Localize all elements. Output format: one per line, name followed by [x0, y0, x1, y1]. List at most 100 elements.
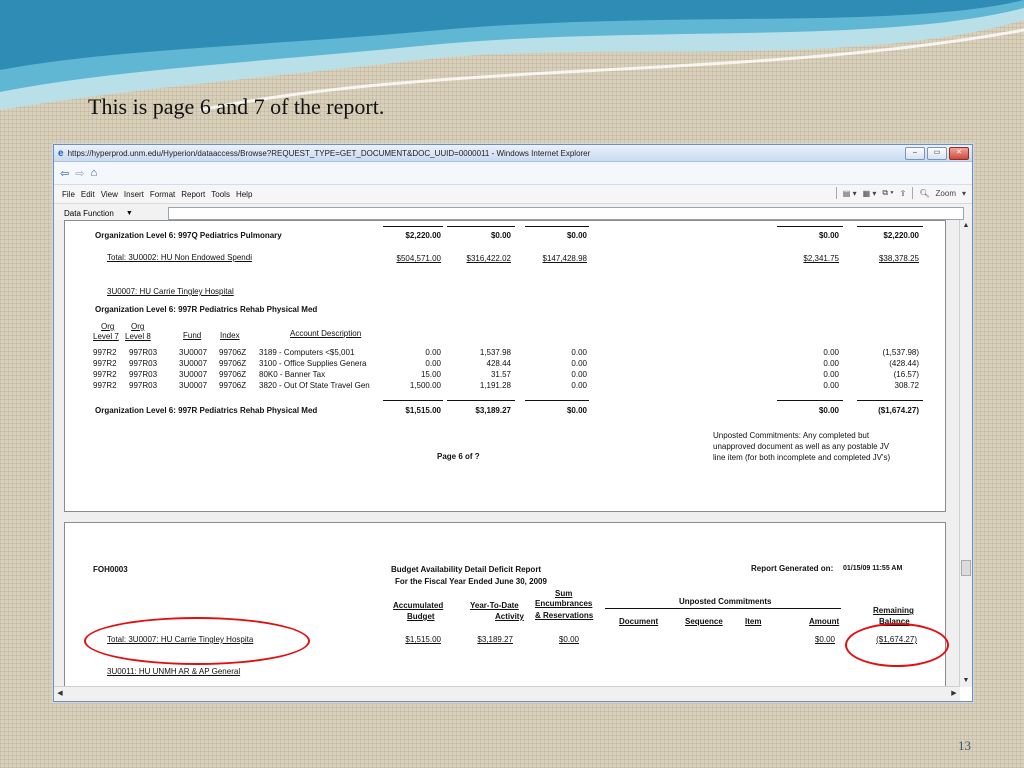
layout-icon[interactable]: ▤ ▾: [843, 189, 857, 198]
org-997q-balance: $2,220.00: [883, 231, 919, 240]
row-enc: 0.00: [571, 370, 587, 379]
menu-help[interactable]: Help: [236, 190, 252, 199]
row-enc: 0.00: [571, 348, 587, 357]
row-l7: 997R2: [93, 348, 117, 357]
highlight-ellipse-balance: [845, 623, 949, 667]
row-amount: 0.00: [823, 381, 839, 390]
org-997r-total-amount: $0.00: [818, 406, 839, 415]
hdr-sum-3: & Reservations: [535, 611, 594, 620]
menu-insert[interactable]: Insert: [124, 190, 144, 199]
zoom-dropdown-icon[interactable]: ▾: [962, 189, 966, 198]
grid-icon[interactable]: ▦ ▾: [863, 189, 877, 198]
total-3u0002-ytd: $316,422.02: [466, 254, 512, 263]
unposted-note-line2: unapproved document as well as any posta…: [713, 442, 890, 451]
fund-3u0011-label[interactable]: 3U0011: HU UNMH AR & AP General: [107, 667, 240, 676]
home-icon[interactable]: ⌂: [90, 167, 97, 179]
menu-view[interactable]: View: [101, 190, 118, 199]
org-997r-total-label: Organization Level 6: 997R Pediatrics Re…: [95, 406, 318, 415]
scroll-up-icon[interactable]: ▲: [960, 220, 972, 232]
row-ytd: 428.44: [486, 359, 511, 368]
row-balance: (1,537.98): [882, 348, 919, 357]
forward-icon[interactable]: ⇨: [75, 167, 84, 180]
row-balance: (16.57): [893, 370, 919, 379]
row-amount: 0.00: [823, 370, 839, 379]
row-fund: 3U0007: [179, 359, 208, 368]
total-3u0002-label[interactable]: Total: 3U0002: HU Non Endowed Spendi: [107, 253, 252, 262]
row-fund: 3U0007: [179, 370, 208, 379]
org-997q-enc: $0.00: [566, 231, 587, 240]
total-3u0007-amount: $0.00: [814, 635, 835, 644]
hdr-sum-1: Sum: [555, 589, 573, 598]
hdr-item: Item: [745, 617, 762, 626]
zoom-label[interactable]: Zoom: [936, 189, 956, 198]
total-3u0002-budget: $504,571.00: [396, 254, 442, 263]
row-desc: 80K0 - Banner Tax: [259, 370, 326, 379]
row-index: 99706Z: [219, 370, 247, 379]
report-title: Budget Availability Detail Deficit Repor…: [391, 565, 542, 574]
hdr-accum-top: Accumulated: [393, 601, 444, 610]
ie-icon: e: [58, 147, 64, 159]
data-function-input[interactable]: [168, 207, 964, 220]
total-3u0007-ytd: $3,189.27: [477, 635, 513, 644]
menu-format[interactable]: Format: [150, 190, 175, 199]
col-index: Index: [220, 331, 240, 340]
hdr-sum-2: Encumbrances: [535, 599, 593, 608]
page-number-label: Page 6 of ?: [437, 452, 480, 461]
row-budget: 1,500.00: [409, 381, 441, 390]
menu-edit[interactable]: Edit: [81, 190, 95, 199]
hdr-remaining-top: Remaining: [873, 606, 914, 615]
window-title: https://hyperprod.unm.edu/Hyperion/dataa…: [67, 148, 591, 158]
hdr-amount: Amount: [809, 617, 840, 626]
hdr-accum-bottom: Budget: [407, 612, 435, 621]
menu-report[interactable]: Report: [181, 190, 205, 199]
row-balance: (428.44): [889, 359, 919, 368]
highlight-ellipse-total-label: [84, 617, 310, 665]
report-page-6: Organization Level 6: 997Q Pediatrics Pu…: [64, 220, 946, 512]
row-fund: 3U0007: [179, 348, 208, 357]
maximize-button[interactable]: ▭: [927, 147, 947, 160]
unposted-note-line1: Unposted Commitments: Any completed but: [713, 431, 870, 440]
scroll-left-icon[interactable]: ◀: [54, 688, 66, 700]
export-icon[interactable]: ⇪: [900, 189, 907, 198]
row-l8: 997R03: [129, 348, 158, 357]
total-3u0007-budget: $1,515.00: [405, 635, 441, 644]
org-997r-total-ytd: $3,189.27: [475, 406, 511, 415]
hdr-sequence: Sequence: [685, 617, 723, 626]
row-enc: 0.00: [571, 359, 587, 368]
toolbar-separator: [835, 187, 837, 199]
unposted-note-line3: line item (for both incomplete and compl…: [713, 453, 891, 462]
row-l7: 997R2: [93, 381, 117, 390]
report-page-7: FOH0003 Budget Availability Detail Defic…: [64, 522, 946, 694]
scroll-down-icon[interactable]: ▼: [960, 675, 972, 687]
generated-value: 01/15/09 11:55 AM: [843, 565, 903, 572]
slide-number: 13: [958, 738, 971, 753]
row-index: 99706Z: [219, 381, 247, 390]
nav-toolbar: ⇦ ⇨ ⌂: [54, 162, 972, 185]
generated-label: Report Generated on:: [751, 564, 834, 573]
row-ytd: 31.57: [490, 370, 511, 379]
row-l8: 997R03: [129, 370, 158, 379]
report-subtitle: For the Fiscal Year Ended June 30, 2009: [395, 577, 547, 586]
row-l7: 997R2: [93, 370, 117, 379]
minimize-button[interactable]: –: [905, 147, 925, 160]
org-997q-amount: $0.00: [818, 231, 839, 240]
zoom-icon[interactable]: 🔍︎: [919, 189, 929, 198]
col-org-l7-bottom: Level 7: [93, 332, 119, 341]
close-button[interactable]: ✕: [949, 147, 969, 160]
menu-tools[interactable]: Tools: [211, 190, 230, 199]
scroll-right-icon[interactable]: ▶: [948, 688, 960, 700]
back-icon[interactable]: ⇦: [60, 167, 69, 180]
fund-3u0007-label[interactable]: 3U0007: HU Carrie Tingley Hospital: [107, 287, 234, 296]
row-ytd: 1,537.98: [479, 348, 511, 357]
menu-file[interactable]: File: [62, 190, 75, 199]
chevron-down-icon[interactable]: ▼: [126, 210, 133, 217]
org-997q-budget: $2,220.00: [405, 231, 441, 240]
row-budget: 15.00: [420, 370, 441, 379]
row-index: 99706Z: [219, 359, 247, 368]
copy-icon[interactable]: ⧉ ▾: [882, 188, 893, 198]
vertical-scrollbar[interactable]: ▲ ▼: [959, 220, 972, 687]
row-budget: 0.00: [425, 359, 441, 368]
data-function-label[interactable]: Data Function: [64, 209, 114, 218]
scrollbar-thumb[interactable]: [961, 560, 971, 576]
horizontal-scrollbar[interactable]: ◀ ▶: [54, 686, 960, 701]
